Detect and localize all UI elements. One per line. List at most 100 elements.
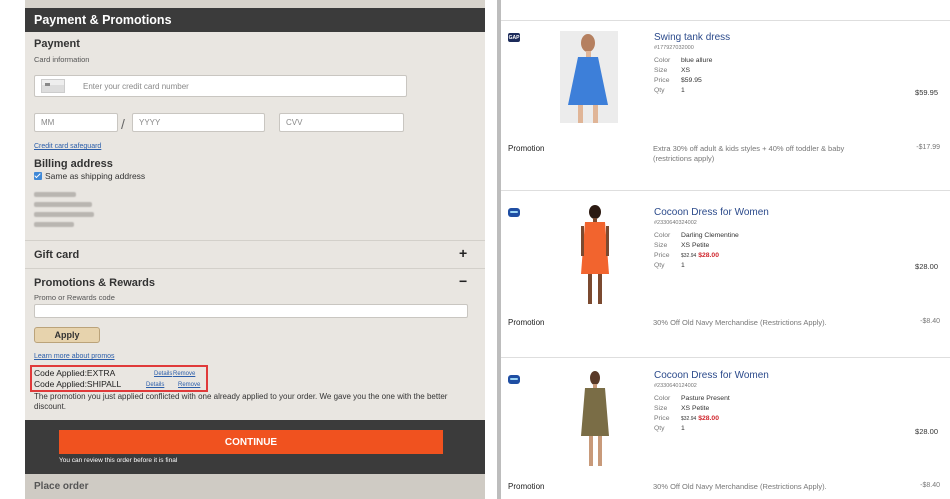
product-qty-row: Qty 1	[654, 87, 685, 94]
size-value: XS	[681, 67, 691, 74]
size-label: Size	[654, 242, 668, 249]
product-sku: #2330640124002	[654, 383, 697, 389]
code-details-link[interactable]: Details	[146, 382, 164, 388]
date-separator: /	[121, 116, 125, 132]
continue-button[interactable]: CONTINUE	[59, 430, 443, 454]
promo-code-label: Promo or Rewards code	[34, 293, 115, 302]
section-divider	[25, 240, 485, 241]
color-value: Pasture Present	[681, 395, 730, 402]
row-divider	[501, 357, 950, 358]
promotion-description: 30% Off Old Navy Merchandise (Restrictio…	[653, 482, 827, 491]
product-color-row: Color Darling Clementine	[654, 232, 739, 239]
row-divider	[501, 20, 950, 21]
payment-panel: Payment & Promotions Payment Card inform…	[25, 0, 485, 499]
panel-top-strip	[25, 0, 485, 8]
address-line-redacted	[34, 222, 74, 227]
card-number-field[interactable]: Enter your credit card number	[34, 75, 407, 97]
checkout-page: Payment & Promotions Payment Card inform…	[0, 0, 950, 499]
applied-code-extra: Code Applied:EXTRA	[34, 368, 116, 378]
expiry-year-field[interactable]: YYYY	[132, 113, 265, 132]
gift-card-title[interactable]: Gift card	[34, 249, 79, 261]
sale-price: $28.00	[698, 415, 719, 422]
address-line-redacted	[34, 212, 94, 217]
expiry-month-field[interactable]: MM	[34, 113, 118, 132]
line-total: $28.00	[915, 427, 938, 436]
price-label: Price	[654, 252, 670, 259]
promotions-collapse-icon[interactable]: −	[459, 273, 467, 289]
address-line-redacted	[34, 192, 76, 197]
size-value: XS Petite	[681, 242, 710, 249]
product-title[interactable]: Cocoon Dress for Women	[654, 207, 769, 218]
qty-label: Qty	[654, 425, 665, 432]
product-price-row: Price $32.94 $28.00	[654, 415, 719, 422]
payment-promotions-header: Payment & Promotions	[25, 8, 485, 32]
address-line-redacted	[34, 202, 92, 207]
price-label: Price	[654, 77, 670, 84]
payment-title: Payment	[34, 38, 80, 50]
old-navy-logo-icon	[508, 208, 520, 217]
card-number-placeholder: Enter your credit card number	[83, 81, 189, 91]
line-total: $28.00	[915, 262, 938, 271]
same-as-shipping-checkbox[interactable]	[34, 172, 42, 180]
gift-card-expand-icon[interactable]: +	[459, 245, 467, 261]
code-details-link[interactable]: Details	[154, 371, 172, 377]
billing-address-title: Billing address	[34, 158, 113, 170]
qty-label: Qty	[654, 87, 665, 94]
product-image-cocoon-dress-pasture[interactable]	[577, 370, 613, 470]
apply-button[interactable]: Apply	[34, 327, 100, 343]
qty-value: 1	[681, 425, 685, 432]
year-placeholder: YYYY	[139, 118, 161, 127]
credit-card-safeguard-link[interactable]: Credit card safeguard	[34, 143, 101, 150]
size-value: XS Petite	[681, 405, 710, 412]
size-label: Size	[654, 67, 668, 74]
learn-more-promos-link[interactable]: Learn more about promos	[34, 353, 115, 360]
code-remove-link[interactable]: Remove	[173, 371, 195, 377]
color-value: blue allure	[681, 57, 713, 64]
section-divider	[25, 268, 485, 269]
promotion-amount: -$17.99	[916, 144, 940, 151]
cvv-field[interactable]: CVV	[279, 113, 404, 132]
size-label: Size	[654, 405, 668, 412]
promotion-amount: -$8.40	[920, 318, 940, 325]
promotions-rewards-title[interactable]: Promotions & Rewards	[34, 277, 155, 289]
row-divider	[501, 190, 950, 191]
promotion-label: Promotion	[508, 318, 545, 327]
same-as-shipping-label: Same as shipping address	[45, 171, 146, 181]
sale-price: $28.00	[698, 252, 719, 259]
product-price-row: Price $59.95	[654, 77, 702, 84]
credit-card-icon	[41, 79, 65, 93]
product-color-row: Color blue allure	[654, 57, 712, 64]
product-qty-row: Qty 1	[654, 262, 685, 269]
color-label: Color	[654, 232, 671, 239]
product-qty-row: Qty 1	[654, 425, 685, 432]
qty-value: 1	[681, 262, 685, 269]
product-size-row: Size XS Petite	[654, 405, 709, 412]
promo-conflict-message: The promotion you just applied conflicte…	[34, 392, 448, 411]
color-label: Color	[654, 57, 671, 64]
product-color-row: Color Pasture Present	[654, 395, 730, 402]
product-image-swing-tank-dress[interactable]	[560, 31, 618, 123]
promotion-label: Promotion	[508, 144, 545, 153]
gap-logo-icon: GAP	[508, 33, 520, 42]
promotion-label: Promotion	[508, 482, 545, 491]
product-size-row: Size XS Petite	[654, 242, 709, 249]
product-title[interactable]: Swing tank dress	[654, 32, 730, 43]
product-image-cocoon-dress-clementine[interactable]	[575, 204, 615, 308]
price-value: $59.95	[681, 77, 702, 84]
review-note: You can review this order before it is f…	[59, 457, 178, 464]
price-label: Price	[654, 415, 670, 422]
product-price-row: Price $32.94 $28.00	[654, 252, 719, 259]
promotion-description: Extra 30% off adult & kids styles + 40% …	[653, 144, 845, 163]
product-sku: #2330640324002	[654, 220, 697, 226]
product-sku: #177927032000	[654, 45, 694, 51]
old-navy-logo-icon	[508, 375, 520, 384]
product-size-row: Size XS	[654, 67, 690, 74]
qty-label: Qty	[654, 262, 665, 269]
promotion-amount: -$8.40	[920, 482, 940, 489]
card-info-label: Card information	[34, 55, 90, 64]
code-remove-link[interactable]: Remove	[178, 382, 200, 388]
promo-code-input[interactable]	[34, 304, 468, 318]
product-title[interactable]: Cocoon Dress for Women	[654, 370, 769, 381]
line-total: $59.95	[915, 88, 938, 97]
cvv-placeholder: CVV	[286, 118, 303, 127]
